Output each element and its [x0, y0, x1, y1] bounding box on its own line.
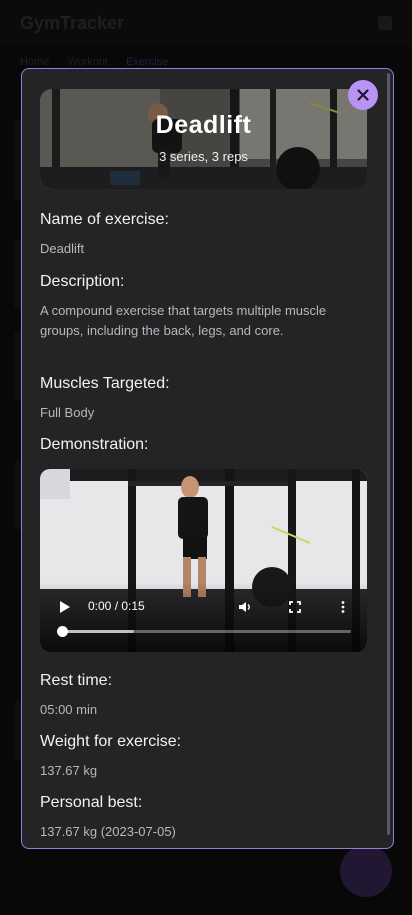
video-buffer-bar	[62, 630, 135, 633]
muscles-label: Muscles Targeted:	[40, 375, 170, 392]
demonstration-video[interactable]: 0:00 / 0:15	[40, 469, 367, 652]
name-label: Name of exercise:	[40, 211, 169, 228]
demonstration-label: Demonstration:	[40, 436, 149, 453]
exercise-title: Deadlift	[155, 111, 252, 139]
exercise-hero-banner: Deadlift 3 series, 3 reps	[40, 89, 367, 189]
scrollbar[interactable]	[387, 73, 390, 835]
rest-time-label: Rest time:	[40, 672, 113, 689]
personal-best-label: Personal best:	[40, 794, 143, 811]
close-icon	[357, 89, 369, 101]
description-value: A compound exercise that targets multipl…	[40, 303, 327, 338]
fullscreen-icon[interactable]	[288, 600, 302, 614]
personal-best-value: 137.67 kg (2023-07-05)	[40, 824, 176, 839]
video-time: 0:00 / 0:15	[88, 599, 145, 613]
exercise-sets-reps: 3 series, 3 reps	[159, 149, 248, 164]
play-icon[interactable]	[58, 600, 72, 614]
description-label: Description:	[40, 273, 125, 290]
weight-value: 137.67 kg	[40, 763, 98, 778]
more-vert-icon[interactable]	[336, 600, 350, 614]
video-progress-bar[interactable]	[57, 626, 351, 637]
rest-time-value: 05:00 min	[40, 702, 98, 717]
volume-icon[interactable]	[238, 600, 252, 614]
exercise-detail-modal: Deadlift 3 series, 3 reps Name of exerci…	[21, 68, 394, 849]
video-scrubber-handle[interactable]	[57, 626, 68, 637]
weight-label: Weight for exercise:	[40, 733, 182, 750]
close-button[interactable]	[348, 80, 378, 110]
video-controls: 0:00 / 0:15	[40, 582, 367, 652]
muscles-value: Full Body	[40, 405, 95, 420]
name-value: Deadlift	[40, 241, 85, 256]
